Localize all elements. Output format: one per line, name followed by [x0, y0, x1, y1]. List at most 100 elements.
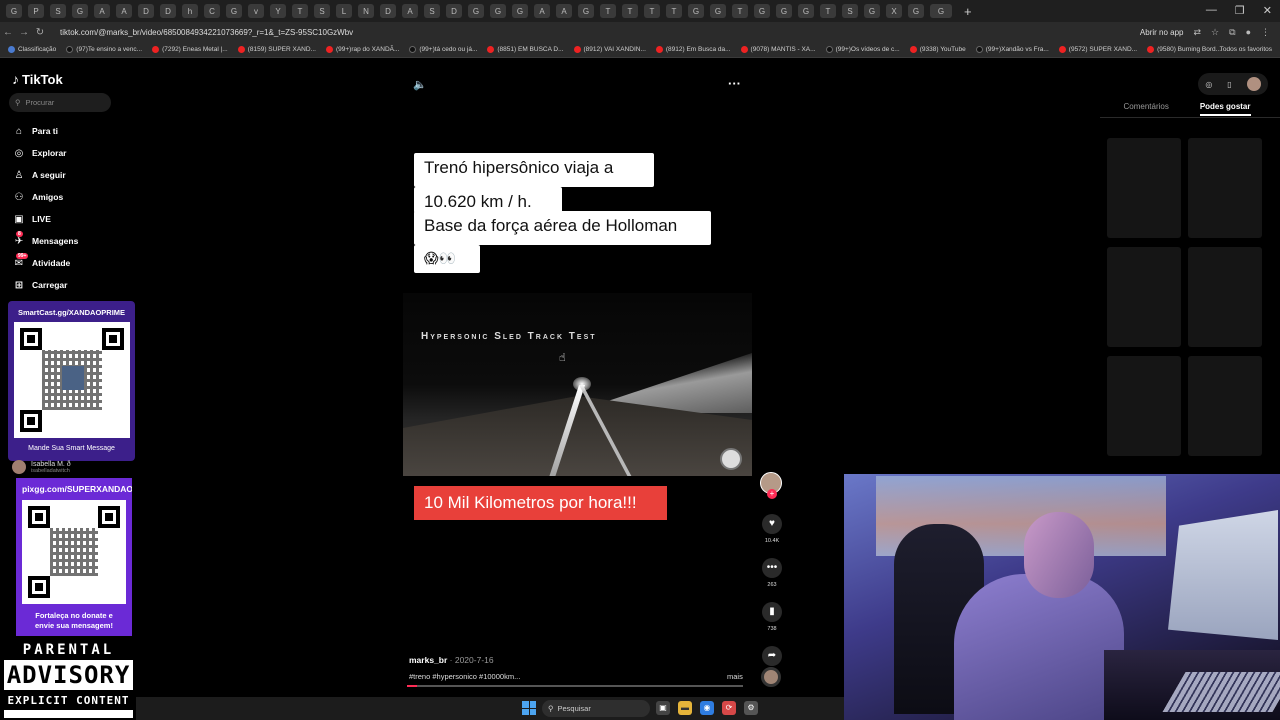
- extensions-icon[interactable]: ⧉: [1229, 27, 1235, 38]
- browser-tab[interactable]: N: [358, 4, 374, 18]
- browser-tab[interactable]: T: [666, 4, 682, 18]
- suggested-video-thumb[interactable]: [1107, 138, 1181, 238]
- bookmark-item[interactable]: (9338) YouTube: [909, 46, 966, 53]
- file-explorer-icon[interactable]: ▬: [678, 701, 692, 715]
- sidebar-item-para-ti[interactable]: ⌂ Para ti: [12, 120, 78, 142]
- music-disc-icon[interactable]: [761, 667, 781, 687]
- settings-icon[interactable]: ⚙: [744, 701, 758, 715]
- maximize-icon[interactable]: ❐: [1235, 4, 1245, 17]
- bookmark-item[interactable]: (7292) Eneas Metal |...: [152, 46, 228, 53]
- avatar[interactable]: [1246, 77, 1261, 91]
- browser-tab[interactable]: X: [886, 4, 902, 18]
- bookmark-item[interactable]: (99+)rap do XANDÃ...: [325, 46, 399, 53]
- browser-tab[interactable]: G: [798, 4, 814, 18]
- bookmark-item[interactable]: (8159) SUPER XAND...: [237, 46, 316, 53]
- suggested-video-thumb[interactable]: [1107, 247, 1181, 347]
- video-frame[interactable]: Hypersonic Sled Track Test: [403, 293, 752, 476]
- browser-tab[interactable]: G: [908, 4, 924, 18]
- browser-tab[interactable]: A: [116, 4, 132, 18]
- bookmark-item[interactable]: (9078) MANTIS - XA...: [740, 46, 816, 53]
- browser-tab[interactable]: h: [182, 4, 198, 18]
- bookmark-icon[interactable]: ▮: [762, 602, 782, 622]
- translate-icon[interactable]: ⇄: [1194, 27, 1202, 38]
- video-author[interactable]: marks_br · 2020-7-16: [409, 655, 494, 665]
- suggested-video-thumb[interactable]: [1107, 356, 1181, 456]
- browser-tab[interactable]: G: [776, 4, 792, 18]
- profile-icon[interactable]: ●: [1246, 27, 1251, 37]
- browser-tab[interactable]: G: [512, 4, 528, 18]
- reload-icon[interactable]: ↻: [32, 27, 48, 38]
- browser-tab[interactable]: G: [226, 4, 242, 18]
- browser-tab[interactable]: A: [534, 4, 550, 18]
- sidebar-item-mensagens[interactable]: ✈ 8 Mensagens: [12, 230, 78, 252]
- sidebar-item-atividade[interactable]: ✉ 99+ Atividade: [12, 252, 78, 274]
- follow-plus-icon[interactable]: +: [767, 489, 777, 499]
- windows-start-icon[interactable]: [522, 701, 536, 715]
- sidebar-item-a-seguir[interactable]: ♙ A seguir: [12, 164, 78, 186]
- heart-icon[interactable]: ♥: [762, 514, 782, 534]
- chrome-icon[interactable]: ◉: [700, 701, 714, 715]
- bookmark-item[interactable]: (9572) SUPER XAND...: [1058, 46, 1137, 53]
- open-in-app-button[interactable]: Abrir no app: [1140, 28, 1184, 37]
- menu-icon[interactable]: ⋮: [1261, 27, 1270, 38]
- search-input[interactable]: ⚲ Procurar: [9, 93, 111, 112]
- tab-you-may-like[interactable]: Podes gostar: [1199, 102, 1251, 116]
- taskbar-search[interactable]: ⚲ Pesquisar: [542, 700, 650, 717]
- browser-tab[interactable]: D: [446, 4, 462, 18]
- browser-tab[interactable]: D: [138, 4, 154, 18]
- tab-comments[interactable]: Comentários: [1123, 102, 1168, 116]
- browser-tab[interactable]: P: [28, 4, 44, 18]
- browser-tab[interactable]: T: [600, 4, 616, 18]
- browser-tab[interactable]: G: [864, 4, 880, 18]
- browser-tab[interactable]: G: [6, 4, 22, 18]
- browser-tab[interactable]: G: [930, 4, 952, 18]
- bookmark-item[interactable]: (8851) EM BUSCA D...: [487, 46, 564, 53]
- back-icon[interactable]: ←: [0, 27, 16, 38]
- forward-icon[interactable]: →: [16, 27, 32, 38]
- browser-tab[interactable]: S: [842, 4, 858, 18]
- video-progress-bar[interactable]: [407, 685, 743, 687]
- browser-tab[interactable]: G: [754, 4, 770, 18]
- browser-tab[interactable]: D: [380, 4, 396, 18]
- bookmark-item[interactable]: (97)Te ensino a venc...: [66, 46, 142, 53]
- sidebar-item-amigos[interactable]: ⚇ Amigos: [12, 186, 78, 208]
- browser-tab[interactable]: v: [248, 4, 264, 18]
- browser-tab[interactable]: A: [402, 4, 418, 18]
- tiktok-logo[interactable]: ♪ TikTok: [12, 71, 63, 87]
- browser-tab[interactable]: G: [490, 4, 506, 18]
- app-icon[interactable]: ⟳: [722, 701, 736, 715]
- browser-tab[interactable]: T: [622, 4, 638, 18]
- close-window-icon[interactable]: ✕: [1263, 4, 1272, 17]
- bookmark-item[interactable]: (8912) VAI XANDIN...: [573, 46, 646, 53]
- browser-tab[interactable]: T: [732, 4, 748, 18]
- browser-tab[interactable]: G: [578, 4, 594, 18]
- bookmark-item[interactable]: (8912) Em Busca da...: [655, 46, 731, 53]
- browser-tab[interactable]: T: [644, 4, 660, 18]
- browser-tab[interactable]: G: [468, 4, 484, 18]
- author-name[interactable]: marks_br: [409, 655, 447, 665]
- browser-tab[interactable]: Y: [270, 4, 286, 18]
- browser-tab[interactable]: D: [160, 4, 176, 18]
- task-view-icon[interactable]: ▣: [656, 701, 670, 715]
- volume-icon[interactable]: 🔈: [413, 78, 427, 91]
- browser-tab[interactable]: G: [72, 4, 88, 18]
- browser-tab[interactable]: A: [556, 4, 572, 18]
- bookmark-star-icon[interactable]: ☆: [1211, 27, 1219, 38]
- minimize-icon[interactable]: —: [1206, 4, 1217, 17]
- bookmark-item[interactable]: (99+)Os vídeos de c...: [825, 46, 900, 53]
- sidebar-item-explorar[interactable]: ◎ Explorar: [12, 142, 78, 164]
- bookmark-item[interactable]: Classificação: [8, 46, 56, 53]
- comment-icon[interactable]: •••: [762, 558, 782, 578]
- browser-tab[interactable]: S: [50, 4, 66, 18]
- browser-tab[interactable]: G: [688, 4, 704, 18]
- author-avatar[interactable]: +: [760, 472, 782, 499]
- browser-tab[interactable]: L: [336, 4, 352, 18]
- share-icon[interactable]: ➦: [762, 646, 782, 666]
- bookmark-item[interactable]: (99+)tá cedo ou já...: [409, 46, 477, 53]
- url-field[interactable]: tiktok.com/@marks_br/video/6850084934221…: [60, 28, 1140, 37]
- browser-tab[interactable]: C: [204, 4, 220, 18]
- browser-tab[interactable]: T: [820, 4, 836, 18]
- sidebar-item-live[interactable]: ▣ LIVE: [12, 208, 78, 230]
- browser-tab[interactable]: G: [710, 4, 726, 18]
- bookmark-item[interactable]: (99+)Xandão vs Fra...: [975, 46, 1049, 53]
